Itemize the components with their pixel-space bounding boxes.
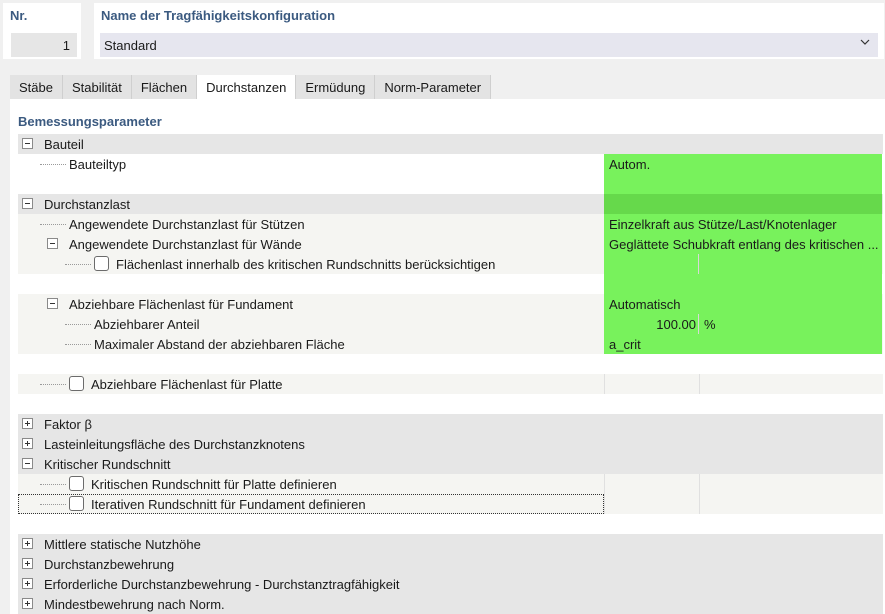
tab-durchstanzen[interactable]: Durchstanzen bbox=[197, 75, 297, 100]
group-label: Lasteinleitungsfläche des Durchstanzknot… bbox=[44, 437, 305, 452]
flaechenlast-label: Flächenlast innerhalb des kritischen Run… bbox=[116, 257, 496, 272]
spacer-value-cell bbox=[604, 274, 882, 294]
configuration-name-dropdown[interactable]: Standard bbox=[100, 33, 878, 57]
tree-row-bauteiltyp[interactable]: Bauteiltyp Autom. bbox=[18, 154, 883, 174]
tree-row-abstand[interactable]: Maximaler Abstand der abziehbaren Fläche… bbox=[18, 334, 883, 354]
fundament-label: Abziehbare Flächenlast für Fundament bbox=[69, 297, 294, 312]
group-label: Kritischer Rundschnitt bbox=[44, 457, 171, 472]
number-panel: Nr. 1 bbox=[3, 3, 81, 59]
tree-group-faktor[interactable]: Faktor β bbox=[18, 414, 883, 434]
tree-group-mindestbewehrung[interactable]: Mindestbewehrung nach Norm. bbox=[18, 594, 883, 614]
tab-flaechen[interactable]: Flächen bbox=[131, 75, 198, 99]
tree-group-durchstanzbewehrung[interactable]: Durchstanzbewehrung bbox=[18, 554, 883, 574]
group-label: Mindestbewehrung nach Norm. bbox=[44, 597, 225, 612]
platte-value-cell bbox=[604, 374, 882, 394]
group-value-cell bbox=[604, 194, 882, 214]
abstand-value[interactable]: a_crit bbox=[604, 334, 882, 354]
iterativ-value-cell bbox=[604, 494, 882, 514]
tree-group-bauteil[interactable]: Bauteil bbox=[18, 134, 883, 154]
anteil-label: Abziehbarer Anteil bbox=[94, 317, 200, 332]
tab-norm-parameter[interactable]: Norm-Parameter bbox=[375, 75, 492, 99]
tree-group-lasteinleitung[interactable]: Lasteinleitungsfläche des Durchstanzknot… bbox=[18, 434, 883, 454]
tree-group-durchstanzlast[interactable]: Durchstanzlast bbox=[18, 194, 883, 214]
waende-value[interactable]: Geglättete Schubkraft entlang des kritis… bbox=[604, 234, 882, 254]
tree-row-flaechenlast-kritisch[interactable]: Flächenlast innerhalb des kritischen Run… bbox=[18, 254, 883, 274]
flaechenlast-value-cell bbox=[604, 254, 882, 274]
tree-connector bbox=[40, 384, 66, 385]
tree-group-nutzhoehe[interactable]: Mittlere statische Nutzhöhe bbox=[18, 534, 883, 554]
flaechenlast-checkbox[interactable] bbox=[94, 256, 109, 271]
spacer-row bbox=[18, 394, 883, 414]
number-label: Nr. bbox=[10, 8, 28, 23]
platte-label: Abziehbare Flächenlast für Platte bbox=[91, 377, 283, 392]
spacer-value-cell bbox=[604, 174, 882, 194]
chevron-down-icon bbox=[860, 39, 870, 45]
tree-group-kritischer-rundschnitt[interactable]: Kritischer Rundschnitt bbox=[18, 454, 883, 474]
spacer-row bbox=[18, 354, 883, 374]
expand-icon[interactable] bbox=[22, 538, 33, 549]
collapse-icon[interactable] bbox=[47, 298, 58, 309]
spacer-row bbox=[18, 274, 883, 294]
bauteiltyp-label: Bauteiltyp bbox=[69, 157, 127, 172]
expand-icon[interactable] bbox=[22, 558, 33, 569]
configuration-name-label: Name der Tragfähigkeitskonfiguration bbox=[101, 8, 336, 23]
tab-bar: Stäbe Stabilität Flächen Durchstanzen Er… bbox=[10, 75, 492, 100]
group-label: Faktor β bbox=[44, 417, 92, 432]
group-label: Durchstanzbewehrung bbox=[44, 557, 175, 572]
tab-stabilitaet[interactable]: Stabilität bbox=[62, 75, 132, 99]
waende-label: Angewendete Durchstanzlast für Wände bbox=[69, 237, 302, 252]
tree-row-stuetzen[interactable]: Angewendete Durchstanzlast für Stützen E… bbox=[18, 214, 883, 234]
group-label: Durchstanzlast bbox=[44, 197, 130, 212]
fundament-value[interactable]: Automatisch bbox=[604, 294, 882, 314]
section-title: Bemessungsparameter bbox=[18, 114, 162, 129]
spacer-row bbox=[18, 514, 883, 534]
expand-icon[interactable] bbox=[22, 418, 33, 429]
krit-platte-value-cell bbox=[604, 474, 882, 494]
tree-connector bbox=[40, 224, 66, 225]
collapse-icon[interactable] bbox=[22, 138, 33, 149]
krit-platte-checkbox[interactable] bbox=[69, 476, 84, 491]
expand-icon[interactable] bbox=[22, 578, 33, 589]
collapse-icon[interactable] bbox=[22, 458, 33, 469]
anteil-value: 100.00 bbox=[656, 317, 696, 332]
group-value-cell bbox=[604, 134, 882, 154]
tab-ermuedung[interactable]: Ermüdung bbox=[296, 75, 376, 99]
tab-staebe[interactable]: Stäbe bbox=[10, 75, 63, 99]
focus-rectangle bbox=[18, 494, 604, 514]
group-label: Bauteil bbox=[44, 137, 84, 152]
tree-connector bbox=[65, 324, 91, 325]
stuetzen-value[interactable]: Einzelkraft aus Stütze/Last/Knotenlager bbox=[604, 214, 882, 234]
anteil-unit: % bbox=[704, 317, 716, 332]
configuration-name-value: Standard bbox=[104, 38, 157, 53]
tree-row-krit-platte[interactable]: Kritischen Rundschnitt für Platte defini… bbox=[18, 474, 883, 494]
configuration-name-panel: Name der Tragfähigkeitskonfiguration Sta… bbox=[94, 3, 884, 59]
bauteiltyp-value[interactable]: Autom. bbox=[604, 154, 882, 174]
group-label: Mittlere statische Nutzhöhe bbox=[44, 537, 201, 552]
tree-row-anteil[interactable]: Abziehbarer Anteil 100.00 % bbox=[18, 314, 883, 334]
anteil-value-cell[interactable]: 100.00 % bbox=[604, 314, 882, 334]
tree-connector bbox=[40, 484, 66, 485]
platte-checkbox[interactable] bbox=[69, 376, 84, 391]
tree-row-fundament[interactable]: Abziehbare Flächenlast für Fundament Aut… bbox=[18, 294, 883, 314]
tree-row-waende[interactable]: Angewendete Durchstanzlast für Wände Geg… bbox=[18, 234, 883, 254]
tree-connector bbox=[65, 344, 91, 345]
expand-icon[interactable] bbox=[22, 438, 33, 449]
tree-connector bbox=[65, 264, 91, 265]
tree-group-erforderliche-bewehrung[interactable]: Erforderliche Durchstanzbewehrung - Durc… bbox=[18, 574, 883, 594]
collapse-icon[interactable] bbox=[47, 238, 58, 249]
spacer-value-cell bbox=[604, 354, 882, 374]
tree-row-platte[interactable]: Abziehbare Flächenlast für Platte bbox=[18, 374, 883, 394]
parameter-tree-panel: Bemessungsparameter Bauteil Bauteiltyp A… bbox=[10, 99, 885, 614]
number-field: 1 bbox=[11, 33, 77, 57]
expand-icon[interactable] bbox=[22, 598, 33, 609]
tree-connector bbox=[40, 164, 66, 165]
collapse-icon[interactable] bbox=[22, 198, 33, 209]
spacer-row bbox=[18, 174, 883, 194]
krit-platte-label: Kritischen Rundschnitt für Platte defini… bbox=[91, 477, 337, 492]
stuetzen-label: Angewendete Durchstanzlast für Stützen bbox=[69, 217, 305, 232]
group-label: Erforderliche Durchstanzbewehrung - Durc… bbox=[44, 577, 400, 592]
abstand-label: Maximaler Abstand der abziehbaren Fläche bbox=[94, 337, 345, 352]
